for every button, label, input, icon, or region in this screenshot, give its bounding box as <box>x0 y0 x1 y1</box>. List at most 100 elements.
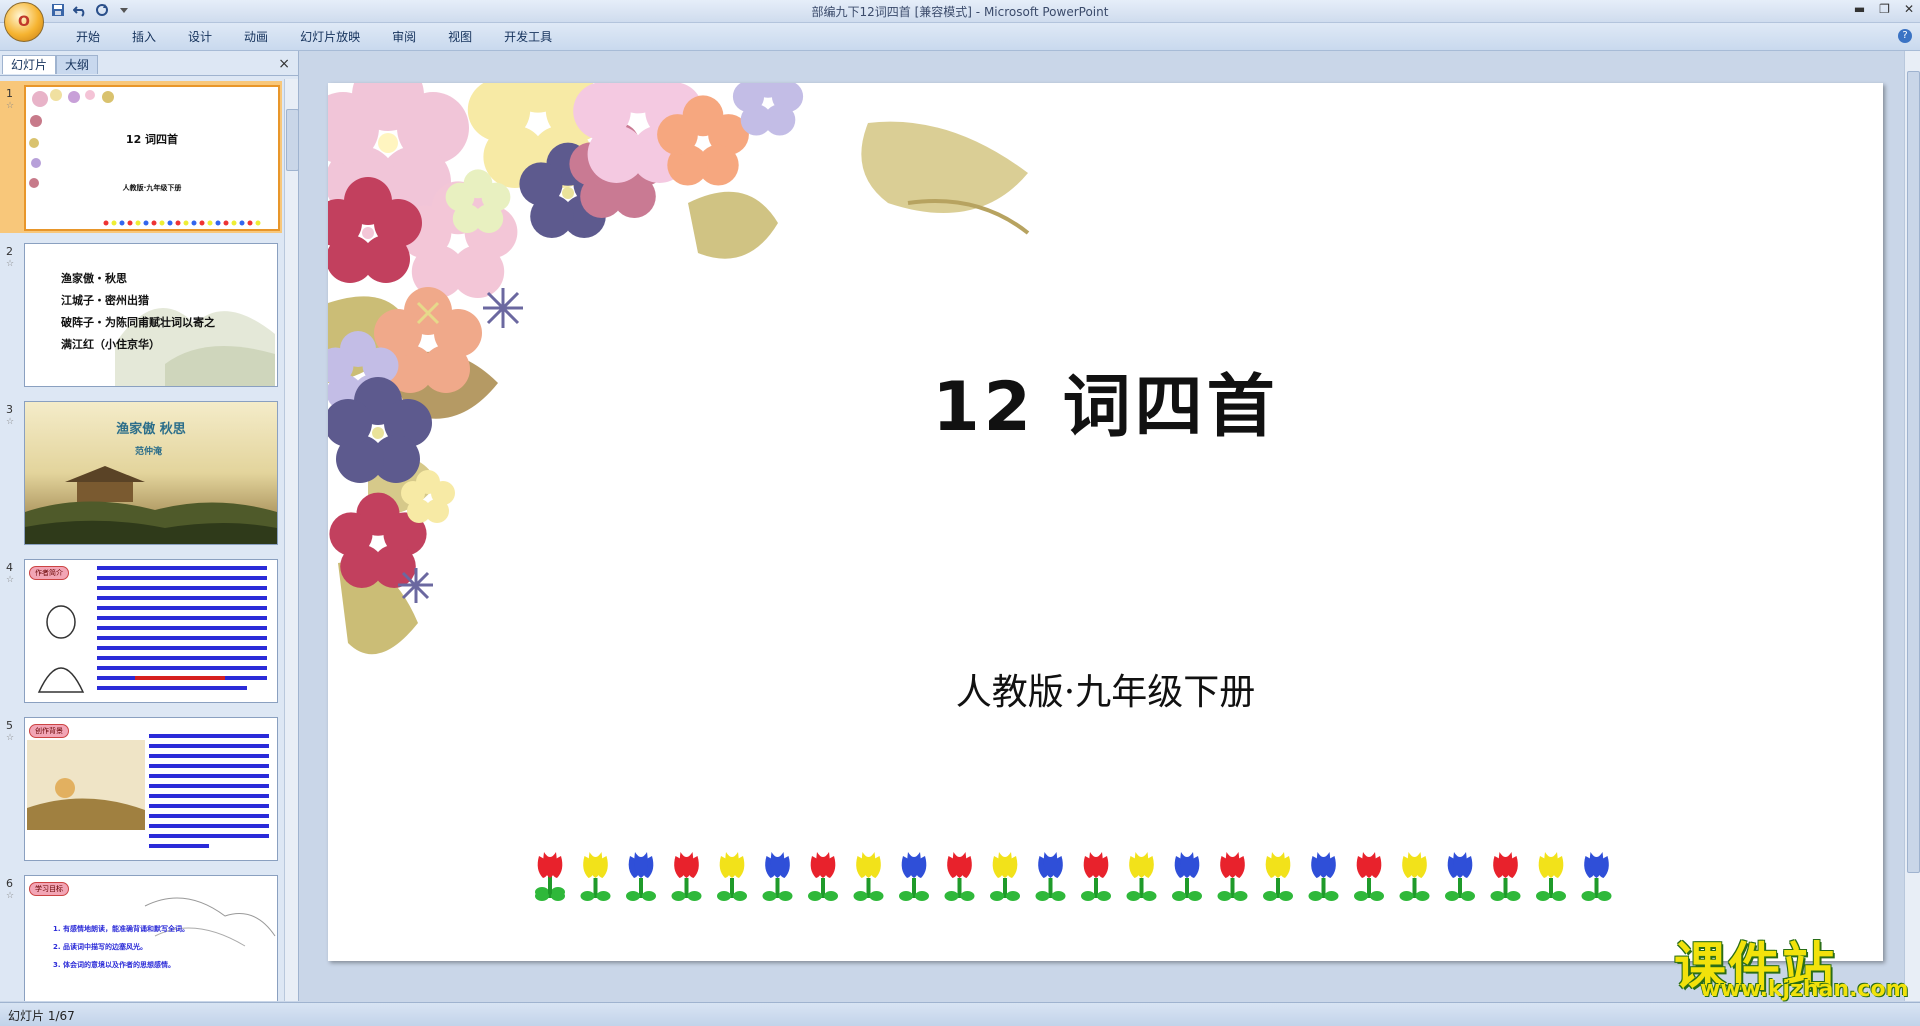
close-panel-icon[interactable]: × <box>278 56 290 72</box>
tulip-icon <box>1263 852 1293 901</box>
tab-slides[interactable]: 幻灯片 <box>2 55 57 74</box>
window-controls: ▬ ❐ ✕ <box>1854 2 1914 16</box>
scrollbar-thumb[interactable] <box>286 109 299 171</box>
thumbnail-slide-4[interactable]: 作者简介 <box>24 559 278 703</box>
tulip-icon <box>762 852 793 901</box>
animation-icon: ☆ <box>6 733 15 743</box>
window-title: 部编九下12词四首 [兼容模式] - Microsoft PowerPoint <box>811 5 1109 19</box>
slide-subtitle[interactable]: 人教版·九年级下册 <box>328 663 1883 715</box>
thumbnail-slide-6[interactable]: 学习目标 1. 有感情地朗读，能准确背诵和默写全词。 2. 品读词中描写的边塞风… <box>24 875 278 1001</box>
tulip-icon <box>1581 852 1612 901</box>
tulip-icon <box>1354 852 1384 901</box>
tulip-icon <box>671 852 702 901</box>
thumbnail-scrollbar[interactable] <box>284 79 299 1001</box>
thumbnail-line: 3. 体会词的意境以及作者的思想感情。 <box>53 961 175 969</box>
tulip-icon <box>1126 852 1157 901</box>
thumbnail-number: 5 <box>6 719 13 732</box>
tab-review[interactable]: 审阅 <box>376 28 432 46</box>
portrait-image <box>37 566 267 693</box>
thumbnail-line: 破阵子・为陈同甫赋壮词以寄之 <box>61 316 215 329</box>
watermark-url: www.kjzhan.com <box>1700 977 1909 1002</box>
close-icon[interactable]: ✕ <box>1904 2 1914 16</box>
tulip-icon <box>1081 852 1111 901</box>
scrollbar-thumb[interactable] <box>1907 71 1920 873</box>
thumbnail-slide-1[interactable]: 12 词四首 人教版·九年级下册 <box>24 85 280 231</box>
watermark-logo: 课件站 www.kjzhan.com <box>1662 925 1912 1003</box>
thumbnail-line: 江城子・密州出猎 <box>61 294 149 307</box>
thumbnail-line: 2. 品读词中描写的边塞风光。 <box>53 943 147 951</box>
thumbnail-number: 3 <box>6 403 13 416</box>
thumbnail-subtitle: 人教版·九年级下册 <box>122 184 182 192</box>
thumbnail-number: 1 <box>6 87 13 100</box>
tulip-icon <box>990 852 1020 901</box>
sketch-image <box>144 897 276 947</box>
help-icon[interactable]: ? <box>1898 29 1912 43</box>
tulip-icon <box>1536 852 1566 901</box>
tulip-icon <box>1172 852 1202 901</box>
thumbnail-row[interactable]: 6 ☆ 学习目标 1. 有感情地朗读，能准确背诵和默写全词。 2. 品读词中描写… <box>0 871 282 1001</box>
tulip-row <box>533 848 1633 928</box>
minimize-icon[interactable]: ▬ <box>1854 2 1865 16</box>
thumbnail-line: 满江红（小住京华） <box>61 338 160 351</box>
slides-panel: 幻灯片 大纲 × 1 ☆ 12 词四首 人教版·九年级下册 2 ☆ 渔家傲・秋思… <box>0 51 299 1001</box>
tulip-icon <box>1035 852 1066 901</box>
slide-canvas[interactable]: 12 词四首 人教版·九年级下册 <box>328 83 1883 961</box>
tulip-icon <box>1445 852 1475 901</box>
tulip-icon <box>626 852 656 901</box>
tab-animations[interactable]: 动画 <box>228 28 284 46</box>
tulip-icon <box>1490 852 1521 901</box>
thumbnail-row[interactable]: 5 ☆ 创作背景 <box>0 713 282 865</box>
tulip-icon <box>944 852 975 901</box>
thumbnail-title: 12 词四首 <box>125 133 179 146</box>
tab-outline[interactable]: 大纲 <box>56 55 99 74</box>
slide-counter: 幻灯片 1/67 <box>8 1009 75 1023</box>
thumbnail-slide-2[interactable]: 渔家傲・秋思 江城子・密州出猎 破阵子・为陈同甫赋壮词以寄之 满江红（小住京华） <box>24 243 278 387</box>
animation-icon: ☆ <box>6 259 15 269</box>
thumbnail-title: 渔家傲 秋思 <box>116 422 186 437</box>
thumbnail-row[interactable]: 3 ☆ 渔家傲 秋思 范仲淹 <box>0 397 282 549</box>
office-button[interactable]: O <box>4 2 44 42</box>
animation-icon: ☆ <box>6 575 15 585</box>
thumbnail-row[interactable]: 1 ☆ 12 词四首 人教版·九年级下册 <box>0 81 282 233</box>
thumbnail-number: 4 <box>6 561 13 574</box>
tulip-icon <box>1399 852 1430 901</box>
flower-decoration <box>29 89 261 226</box>
ribbon-tabs: 开始 插入 设计 动画 幻灯片放映 审阅 视图 开发工具 <box>60 28 568 46</box>
office-logo: O <box>18 14 30 30</box>
tab-design[interactable]: 设计 <box>172 28 228 46</box>
tulip-icon <box>853 852 884 901</box>
tulip-icon <box>717 852 747 901</box>
tulip-icon <box>535 852 565 901</box>
tab-slideshow[interactable]: 幻灯片放映 <box>284 28 376 46</box>
editor-scrollbar[interactable] <box>1904 51 1920 1001</box>
restore-icon[interactable]: ❐ <box>1879 2 1890 16</box>
tab-developer[interactable]: 开发工具 <box>488 28 568 46</box>
tab-view[interactable]: 视图 <box>432 28 488 46</box>
tulip-icon <box>1308 852 1339 901</box>
tulip-icon <box>1217 852 1248 901</box>
ribbon: 开始 插入 设计 动画 幻灯片放映 审阅 视图 开发工具 ? <box>0 23 1920 51</box>
thumbnail-slide-3[interactable]: 渔家傲 秋思 范仲淹 <box>24 401 278 545</box>
tulip-icon <box>899 852 929 901</box>
thumbnail-row[interactable]: 4 ☆ 作者简介 <box>0 555 282 707</box>
animation-icon: ☆ <box>6 891 15 901</box>
title-bar: 部编九下12词四首 [兼容模式] - Microsoft PowerPoint … <box>0 0 1920 23</box>
background-image <box>27 734 269 848</box>
thumbnail-number: 2 <box>6 245 13 258</box>
tulip-icon <box>808 852 838 901</box>
thumbnail-slide-5[interactable]: 创作背景 <box>24 717 278 861</box>
thumbnail-list: 1 ☆ 12 词四首 人教版·九年级下册 2 ☆ 渔家傲・秋思 江城子・密州出猎… <box>0 79 282 1001</box>
status-bar: 幻灯片 1/67 <box>0 1002 1920 1026</box>
thumbnail-number: 6 <box>6 877 13 890</box>
tulip-icon <box>580 852 611 901</box>
tab-insert[interactable]: 插入 <box>116 28 172 46</box>
thumbnail-subtitle: 范仲淹 <box>135 447 163 457</box>
thumbnail-line: 1. 有感情地朗读，能准确背诵和默写全词。 <box>53 925 189 933</box>
thumbnail-line: 渔家傲・秋思 <box>61 272 127 285</box>
animation-icon: ☆ <box>6 101 15 111</box>
thumbnail-row[interactable]: 2 ☆ 渔家傲・秋思 江城子・密州出猎 破阵子・为陈同甫赋壮词以寄之 满江红（小… <box>0 239 282 391</box>
slide-title[interactable]: 12 词四首 <box>328 351 1883 450</box>
animation-icon: ☆ <box>6 417 15 427</box>
panel-tabs: 幻灯片 大纲 × <box>0 53 298 76</box>
tab-home[interactable]: 开始 <box>60 28 116 46</box>
